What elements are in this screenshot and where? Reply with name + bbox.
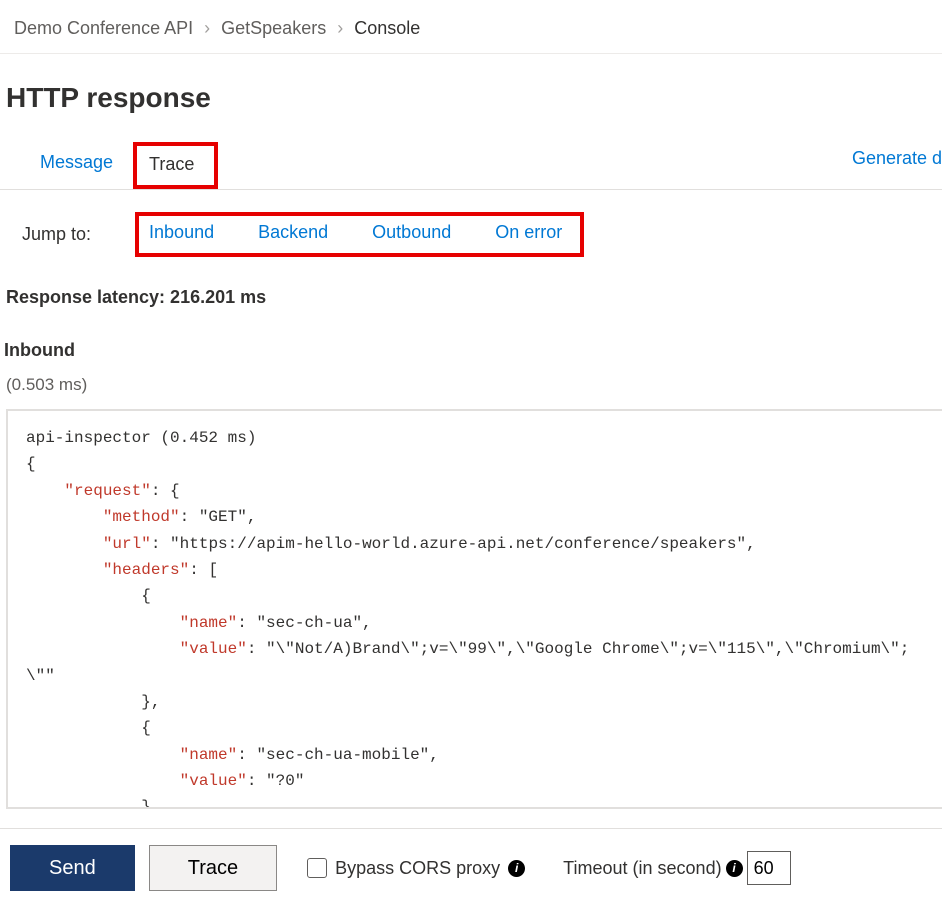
code-line: {	[26, 719, 151, 737]
code-key: "url"	[103, 535, 151, 553]
jumpto-label: Jump to:	[22, 224, 91, 245]
code-line: \""	[26, 667, 55, 685]
code-line: },	[26, 693, 160, 711]
timeout-label: Timeout (in second)	[563, 858, 721, 879]
code-key: "headers"	[103, 561, 189, 579]
breadcrumb-item-api[interactable]: Demo Conference API	[14, 18, 193, 38]
footer-toolbar: Send Trace Bypass CORS proxy i Timeout (…	[0, 828, 942, 909]
tab-trace[interactable]: Trace	[133, 142, 218, 189]
jumpto-backend[interactable]: Backend	[258, 222, 328, 243]
code-line: : [	[189, 561, 218, 579]
code-key: "method"	[103, 508, 180, 526]
info-icon[interactable]: i	[726, 860, 743, 877]
generate-definition-link[interactable]: Generate d	[852, 148, 942, 183]
jumpto-outbound[interactable]: Outbound	[372, 222, 451, 243]
code-key: "name"	[180, 614, 238, 632]
code-line: {	[26, 455, 36, 473]
code-key: "name"	[180, 746, 238, 764]
response-latency: Response latency: 216.201 ms	[0, 257, 942, 316]
bypass-cors-label: Bypass CORS proxy	[335, 858, 500, 879]
code-header: api-inspector (0.452 ms)	[26, 429, 256, 447]
trace-button[interactable]: Trace	[149, 845, 277, 891]
section-inbound-title: Inbound	[0, 316, 942, 367]
timeout-option: Timeout (in second) i	[563, 851, 790, 885]
tab-message[interactable]: Message	[26, 142, 133, 189]
jumpto-inbound[interactable]: Inbound	[149, 222, 214, 243]
code-val: : "sec-ch-ua-mobile",	[237, 746, 439, 764]
code-key: "request"	[64, 482, 150, 500]
breadcrumb: Demo Conference API › GetSpeakers › Cons…	[0, 0, 942, 54]
page-title: HTTP response	[0, 54, 942, 124]
tabs-row: Message Trace Generate d	[0, 142, 942, 190]
code-val: : "\"Not/A)Brand\";v=\"99\",\"Google Chr…	[247, 640, 910, 658]
code-line: {	[26, 587, 151, 605]
jumpto-row: Jump to: Inbound Backend Outbound On err…	[0, 190, 942, 257]
code-key: "value"	[180, 772, 247, 790]
trace-code-block: api-inspector (0.452 ms) { "request": { …	[6, 409, 942, 809]
jumpto-onerror[interactable]: On error	[495, 222, 562, 243]
code-val: : "GET",	[180, 508, 257, 526]
jumpto-links: Inbound Backend Outbound On error	[135, 212, 584, 257]
code-line: },	[26, 798, 160, 809]
code-val: : "sec-ch-ua",	[237, 614, 371, 632]
bypass-cors-option: Bypass CORS proxy i	[307, 858, 525, 879]
code-key: "value"	[180, 640, 247, 658]
section-inbound-time: (0.503 ms)	[0, 367, 942, 405]
breadcrumb-item-console[interactable]: Console	[354, 18, 420, 38]
send-button[interactable]: Send	[10, 845, 135, 891]
code-line: : {	[151, 482, 180, 500]
timeout-input[interactable]	[747, 851, 791, 885]
chevron-right-icon: ›	[337, 18, 343, 38]
info-icon[interactable]: i	[508, 860, 525, 877]
chevron-right-icon: ›	[204, 18, 210, 38]
bypass-cors-checkbox[interactable]	[307, 858, 327, 878]
breadcrumb-item-operation[interactable]: GetSpeakers	[221, 18, 326, 38]
code-val: : "?0"	[247, 772, 305, 790]
code-val: : "https://apim-hello-world.azure-api.ne…	[151, 535, 756, 553]
